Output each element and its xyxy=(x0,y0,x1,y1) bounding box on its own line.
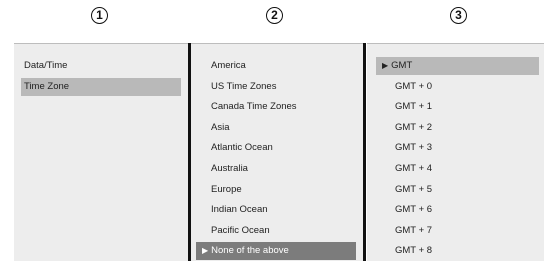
menu-item-gmt-plus-5[interactable]: GMT + 5 xyxy=(376,181,539,199)
menu-item-australia[interactable]: Australia xyxy=(196,160,356,178)
menu-item-time-zone[interactable]: Time Zone xyxy=(21,77,181,96)
menu-item-none-of-the-above[interactable]: ▶ None of the above xyxy=(196,242,356,261)
step-marker-3: 3 xyxy=(450,7,467,24)
menu-item-gmt-plus-3[interactable]: GMT + 3 xyxy=(376,139,539,157)
menu-item-atlantic-ocean[interactable]: Atlantic Ocean xyxy=(196,139,356,157)
menu-item-gmt-plus-8[interactable]: GMT + 8 xyxy=(376,242,539,260)
menu-item-indian-ocean[interactable]: Indian Ocean xyxy=(196,201,356,219)
play-arrow-icon: ▶ xyxy=(382,61,389,70)
menu-item-gmt[interactable]: ▶ GMT xyxy=(376,57,539,75)
step-marker-2: 2 xyxy=(266,7,283,24)
menu-item-us-time-zones[interactable]: US Time Zones xyxy=(196,78,356,96)
menu-panel-level2: America US Time Zones Canada Time Zones … xyxy=(191,43,363,261)
menu-item-gmt-plus-0[interactable]: GMT + 0 xyxy=(376,78,539,96)
menu-item-america[interactable]: America xyxy=(196,57,356,75)
menu-item-gmt-plus-6[interactable]: GMT + 6 xyxy=(376,201,539,219)
menu-panel-level3: ▶ GMT GMT + 0 GMT + 1 GMT + 2 GMT + 3 GMT… xyxy=(367,43,544,261)
menu-item-gmt-plus-1[interactable]: GMT + 1 xyxy=(376,98,539,116)
menu-item-gmt-plus-7[interactable]: GMT + 7 xyxy=(376,222,539,240)
play-arrow-icon: ▶ xyxy=(202,246,209,256)
menu-item-data-time[interactable]: Data/Time xyxy=(21,57,181,75)
menu-item-canada-time-zones[interactable]: Canada Time Zones xyxy=(196,98,356,116)
menu-item-gmt-plus-2[interactable]: GMT + 2 xyxy=(376,119,539,137)
menu-item-gmt-plus-4[interactable]: GMT + 4 xyxy=(376,160,539,178)
menu-item-asia[interactable]: Asia xyxy=(196,119,356,137)
menu-panel-level1: Data/Time Time Zone xyxy=(14,43,188,261)
step-marker-1: 1 xyxy=(91,7,108,24)
panel-divider xyxy=(363,43,366,261)
menu-item-pacific-ocean[interactable]: Pacific Ocean xyxy=(196,222,356,240)
menu-item-europe[interactable]: Europe xyxy=(196,181,356,199)
